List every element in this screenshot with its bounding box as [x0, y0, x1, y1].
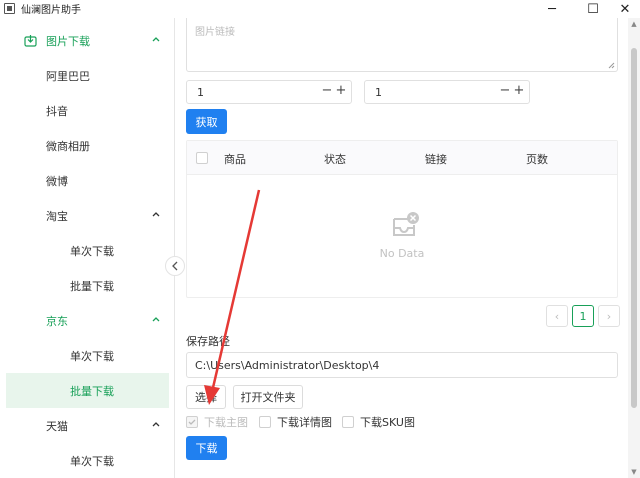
chevron-up-icon	[152, 317, 160, 322]
app-icon	[4, 3, 15, 14]
end-page-stepper[interactable]: 1 − +	[364, 80, 530, 104]
download-button[interactable]: 下载	[186, 436, 227, 460]
save-path-label: 保存路径	[186, 335, 230, 348]
sidebar-item-jd-single[interactable]: 单次下载	[0, 338, 175, 373]
sidebar-group-taobao[interactable]: 淘宝	[0, 198, 175, 233]
no-data-text: No Data	[379, 247, 425, 260]
sidebar-item-label: 批量下载	[70, 384, 114, 398]
select-all-checkbox[interactable]	[196, 152, 208, 164]
sidebar-item-label: 微商相册	[46, 139, 90, 153]
sidebar-item-label: 抖音	[46, 104, 68, 118]
download-icon	[24, 35, 37, 47]
scrollbar-thumb[interactable]	[631, 48, 637, 408]
download-detail-label: 下载详情图	[277, 416, 332, 429]
sidebar-item-tmall-single[interactable]: 单次下载	[0, 443, 175, 478]
check-icon	[188, 419, 196, 425]
sidebar-item-douyin[interactable]: 抖音	[0, 93, 175, 128]
sidebar-item-jd-batch[interactable]: 批量下载	[6, 373, 169, 408]
sidebar-item-alibaba[interactable]: 阿里巴巴	[0, 58, 175, 93]
sidebar-item-label: 微博	[46, 174, 68, 188]
column-header-link: 链接	[425, 153, 447, 166]
sidebar-item-label: 淘宝	[46, 209, 68, 223]
end-page-value: 1	[375, 85, 382, 99]
download-main-checkbox[interactable]	[186, 416, 198, 428]
empty-inbox-icon	[393, 212, 419, 236]
sidebar-item-label: 单次下载	[70, 244, 114, 258]
chevron-up-icon	[152, 422, 160, 427]
column-header-status: 状态	[324, 153, 346, 166]
image-link-textarea[interactable]: 图片链接	[186, 18, 618, 72]
scroll-up-icon[interactable]: ▲	[630, 20, 638, 28]
fetch-button[interactable]: 获取	[186, 109, 227, 134]
start-page-stepper[interactable]: 1 − +	[186, 80, 352, 104]
image-link-placeholder: 图片链接	[195, 27, 235, 38]
chevron-up-icon	[152, 37, 160, 42]
column-header-pages: 页数	[526, 153, 548, 166]
sidebar-item-taobao-single[interactable]: 单次下载	[0, 233, 175, 268]
sidebar-item-weibo[interactable]: 微博	[0, 163, 175, 198]
sidebar-group-label: 图片下载	[46, 34, 90, 48]
sidebar-group-tmall[interactable]: 天猫	[0, 408, 175, 443]
pagination-next[interactable]: ›	[598, 305, 620, 327]
start-page-decrement[interactable]: −	[321, 83, 333, 98]
choose-path-button[interactable]: 选择	[186, 385, 226, 409]
sidebar-group-image-download[interactable]: 图片下载	[0, 23, 175, 58]
product-table: 商品 状态 链接 页数 No Data	[186, 140, 618, 298]
sidebar-item-label: 单次下载	[70, 454, 114, 468]
download-sku-checkbox[interactable]	[342, 416, 354, 428]
window-title: 仙澜图片助手	[21, 5, 81, 16]
end-page-decrement[interactable]: −	[499, 83, 511, 98]
title-bar: 仙澜图片助手 ─ ☐ ✕	[0, 0, 640, 18]
sidebar: 图片下载 阿里巴巴 抖音 微商相册 微博 淘宝 单次下载 批量下载 京东 单次下…	[0, 18, 175, 478]
save-path-input[interactable]: C:\Users\Administrator\Desktop\4	[186, 352, 618, 378]
sidebar-item-label: 批量下载	[70, 279, 114, 293]
minimize-button[interactable]: ─	[537, 0, 567, 18]
close-button[interactable]: ✕	[610, 0, 640, 18]
download-detail-checkbox[interactable]	[259, 416, 271, 428]
chevron-up-icon	[152, 212, 160, 217]
start-page-value: 1	[197, 85, 204, 99]
start-page-increment[interactable]: +	[335, 83, 347, 98]
option-download-detail[interactable]: 下载详情图	[259, 414, 332, 430]
sidebar-item-label: 京东	[46, 314, 68, 328]
scroll-down-icon[interactable]: ▼	[630, 468, 638, 476]
pagination-page-1[interactable]: 1	[572, 305, 594, 327]
download-main-label: 下载主图	[204, 416, 248, 429]
main-content: 图片链接 1 − + 1 − + 获取 商品 状态 链接 页数 No Data …	[176, 18, 628, 478]
sidebar-item-taobao-batch[interactable]: 批量下载	[0, 268, 175, 303]
pagination-prev[interactable]: ‹	[546, 305, 568, 327]
download-sku-label: 下载SKU图	[360, 416, 415, 429]
option-download-sku[interactable]: 下载SKU图	[342, 414, 415, 430]
sidebar-item-label: 阿里巴巴	[46, 69, 90, 83]
maximize-button[interactable]: ☐	[578, 0, 608, 18]
sidebar-item-label: 单次下载	[70, 349, 114, 363]
table-header: 商品 状态 链接 页数	[187, 141, 617, 175]
sidebar-item-label: 天猫	[46, 419, 68, 433]
vertical-scrollbar[interactable]: ▲ ▼	[628, 18, 640, 478]
option-download-main[interactable]: 下载主图	[186, 414, 248, 430]
column-header-product: 商品	[224, 153, 246, 166]
sidebar-group-jd[interactable]: 京东	[0, 303, 175, 338]
end-page-increment[interactable]: +	[513, 83, 525, 98]
open-folder-button[interactable]: 打开文件夹	[233, 385, 303, 409]
resize-handle-icon[interactable]	[608, 62, 615, 69]
sidebar-item-weishang-album[interactable]: 微商相册	[0, 128, 175, 163]
